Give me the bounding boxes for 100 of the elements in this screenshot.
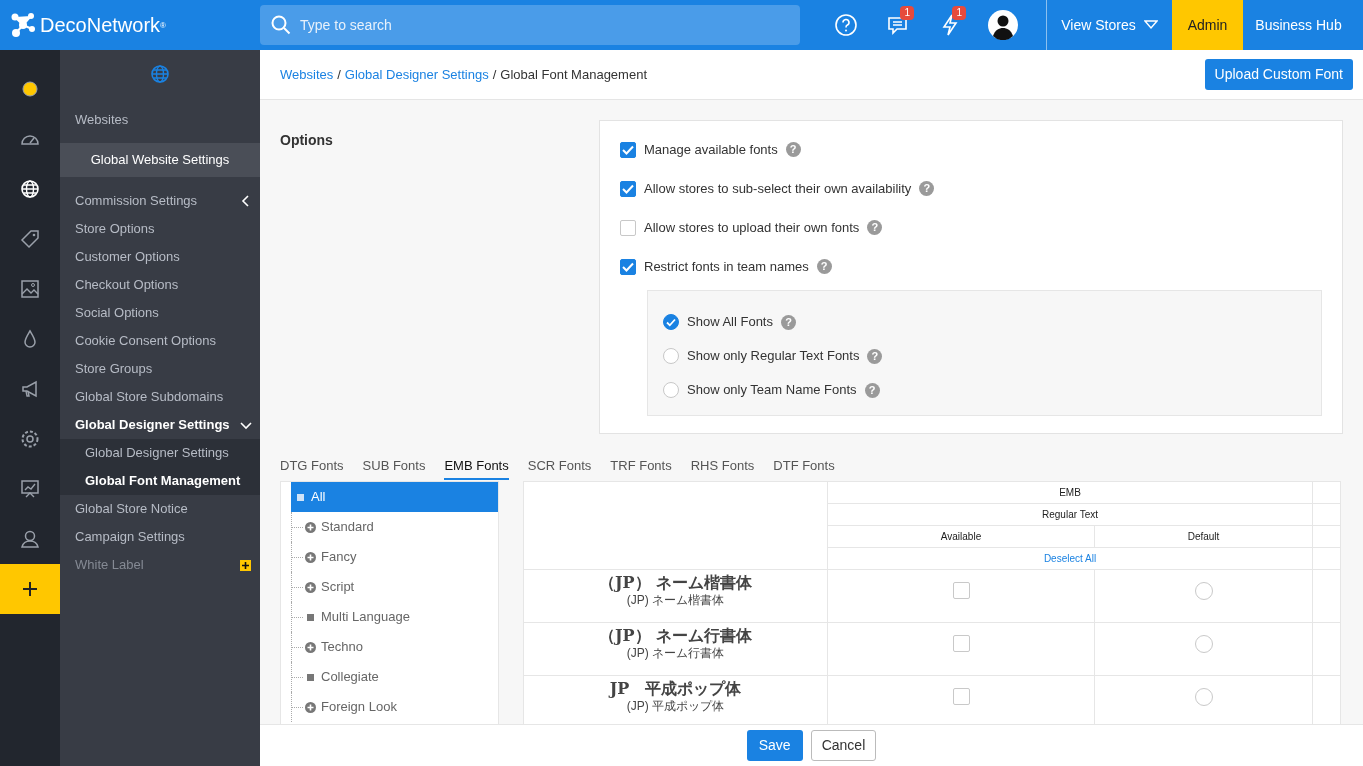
sidebar-item[interactable]: Store Groups bbox=[60, 355, 260, 383]
checkbox[interactable] bbox=[620, 258, 636, 275]
sidebar-item[interactable]: Global Store Subdomains bbox=[60, 383, 260, 411]
megaphone-icon[interactable] bbox=[20, 379, 40, 399]
globe-icon bbox=[150, 64, 170, 84]
breadcrumb-link[interactable]: Websites bbox=[280, 64, 334, 85]
globe-icon[interactable] bbox=[20, 179, 40, 199]
plus-circle-icon bbox=[305, 642, 316, 653]
column-header: Available bbox=[827, 525, 1095, 548]
plus-circle-icon bbox=[305, 522, 316, 533]
sidebar-item[interactable]: Social Options bbox=[60, 299, 260, 327]
plus-circle-icon bbox=[305, 582, 316, 593]
font-type-tab[interactable]: SUB Fonts bbox=[362, 453, 426, 480]
radio-button[interactable] bbox=[663, 314, 679, 330]
plus-icon bbox=[240, 559, 251, 571]
font-type-tab[interactable]: DTF Fonts bbox=[773, 453, 835, 480]
search-field[interactable]: Type to search bbox=[260, 5, 800, 45]
sidebar-item[interactable]: White Label bbox=[75, 556, 144, 574]
plus-circle-icon bbox=[305, 552, 316, 563]
breadcrumb-separator: / bbox=[492, 65, 497, 84]
checkbox[interactable] bbox=[620, 141, 636, 158]
sidebar-item[interactable]: Checkout Options bbox=[60, 271, 260, 299]
sidebar-heading[interactable]: Websites bbox=[60, 106, 260, 134]
sidebar-subitem[interactable]: Global Designer Settings bbox=[60, 439, 260, 467]
font-type-tab[interactable]: TRF Fonts bbox=[610, 453, 672, 480]
caret-icon bbox=[1143, 20, 1158, 30]
image-icon[interactable] bbox=[20, 279, 40, 299]
user-icon[interactable] bbox=[20, 529, 40, 549]
checkbox-label: Allow stores to sub-select their own availability bbox=[644, 179, 912, 198]
sidebar-group[interactable]: Commission Settings bbox=[75, 192, 198, 210]
breadcrumb-separator: / bbox=[337, 65, 341, 84]
radio-label: Show only Regular Text Fonts bbox=[687, 347, 860, 366]
checkbox[interactable] bbox=[952, 582, 970, 599]
category-item[interactable]: Techno bbox=[291, 632, 498, 662]
font-type-tab[interactable]: RHS Fonts bbox=[690, 453, 755, 480]
save-button[interactable]: Save bbox=[746, 730, 803, 761]
checkmark-icon bbox=[666, 317, 676, 327]
checkmark-icon bbox=[622, 144, 634, 155]
square-bullet-icon bbox=[307, 674, 314, 681]
checkbox[interactable] bbox=[620, 180, 636, 197]
sidebar-item[interactable]: Cookie Consent Options bbox=[60, 327, 260, 355]
status-dot-icon[interactable] bbox=[20, 79, 40, 99]
table-header: EMB bbox=[827, 481, 1313, 504]
checkbox[interactable] bbox=[952, 688, 970, 705]
message-count-badge: 1 bbox=[900, 6, 914, 20]
square-bullet-icon bbox=[297, 494, 304, 501]
sidebar-item[interactable]: Global Store Notice bbox=[60, 495, 260, 523]
sidebar-group[interactable]: Global Designer Settings bbox=[75, 416, 230, 434]
category-item[interactable]: Foreign Look bbox=[291, 692, 498, 722]
font-type-tab[interactable]: SCR Fonts bbox=[527, 453, 592, 480]
font-type-tab[interactable]: DTG Fonts bbox=[280, 453, 344, 480]
search-icon bbox=[271, 15, 291, 35]
category-item[interactable]: Fancy bbox=[291, 542, 498, 572]
square-bullet-icon bbox=[307, 614, 314, 621]
deselect-all-link[interactable]: Deselect All bbox=[1043, 552, 1097, 564]
checkbox[interactable] bbox=[620, 219, 636, 236]
cancel-button[interactable]: Cancel bbox=[810, 730, 877, 761]
tag-icon[interactable] bbox=[20, 229, 40, 249]
admin-tab[interactable]: Admin bbox=[1172, 0, 1243, 50]
business-hub-tab[interactable]: Business Hub bbox=[1243, 0, 1354, 50]
checkbox-label: Allow stores to upload their own fonts bbox=[644, 218, 860, 237]
section-title: Options bbox=[280, 131, 334, 150]
radio-label: Show All Fonts bbox=[687, 313, 773, 332]
radio-button[interactable] bbox=[663, 382, 679, 398]
plus-icon[interactable] bbox=[20, 579, 40, 599]
font-caption: (JP) ネーム楷書体 bbox=[626, 593, 725, 608]
plus-circle-icon bbox=[305, 702, 316, 713]
breadcrumb-link[interactable]: Global Designer Settings bbox=[344, 64, 489, 85]
category-item[interactable]: Script bbox=[291, 572, 498, 602]
presentation-chart-icon[interactable] bbox=[20, 479, 40, 499]
breadcrumb-current: Global Font Management bbox=[500, 65, 647, 84]
sidebar-item[interactable]: Customer Options bbox=[60, 243, 260, 271]
sidebar-item[interactable]: Store Options bbox=[60, 215, 260, 243]
help-icon[interactable] bbox=[834, 13, 858, 37]
category-item[interactable]: All bbox=[291, 482, 498, 512]
settings-icon[interactable] bbox=[20, 429, 40, 449]
avatar-icon[interactable] bbox=[988, 10, 1018, 40]
column-header: Default bbox=[1094, 525, 1313, 548]
checkbox-label: Restrict fonts in team names bbox=[644, 257, 809, 276]
checkbox[interactable] bbox=[952, 635, 970, 652]
sidebar-section-header[interactable]: Global Website Settings bbox=[60, 143, 260, 177]
checkmark-icon bbox=[622, 261, 634, 272]
radio-label: Show only Team Name Fonts bbox=[687, 381, 857, 400]
font-name: JP 平成ポップ体 bbox=[609, 679, 742, 699]
category-item[interactable]: Standard bbox=[291, 512, 498, 542]
checkmark-icon bbox=[622, 183, 634, 194]
sidebar-item[interactable]: Campaign Settings bbox=[60, 523, 260, 551]
alert-count-badge: 1 bbox=[952, 6, 966, 20]
checkbox-label: Manage available fonts bbox=[644, 140, 778, 159]
category-item[interactable]: Collegiate bbox=[291, 662, 498, 692]
upload-custom-font-button[interactable]: Upload Custom Font bbox=[1204, 59, 1353, 90]
table-header: Regular Text bbox=[827, 503, 1313, 526]
category-item[interactable]: Multi Language bbox=[291, 602, 498, 632]
font-caption: (JP) 平成ポップ体 bbox=[626, 699, 725, 714]
radio-button[interactable] bbox=[663, 348, 679, 364]
font-name: （JP） ネーム行書体 bbox=[598, 626, 753, 646]
sidebar-subitem[interactable]: Global Font Management bbox=[60, 467, 260, 495]
logo-text: DecoNetwork$^{®}$ bbox=[40, 13, 166, 38]
font-caption: (JP) ネーム行書体 bbox=[626, 646, 725, 661]
font-name: （JP） ネーム楷書体 bbox=[598, 573, 753, 593]
